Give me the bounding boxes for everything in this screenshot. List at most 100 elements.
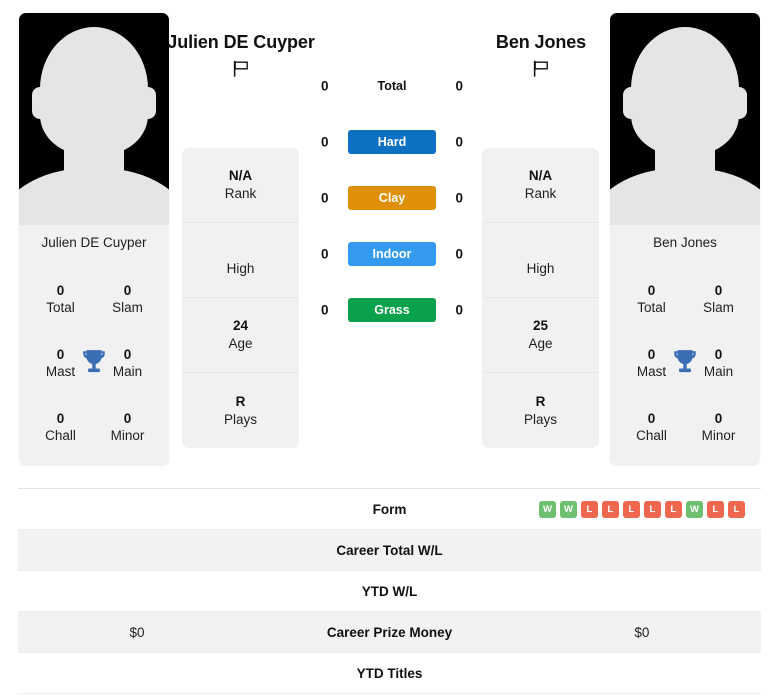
titles-value: 0 [714, 410, 723, 426]
titles-value: 0 [123, 410, 132, 426]
info-block-plays: R Plays [182, 373, 299, 448]
info-label: Rank [524, 186, 557, 201]
titles-cell-chall: 0 Chall [618, 410, 685, 445]
titles-row: 0 Total 0 Slam [27, 267, 161, 331]
titles-label: Chall [45, 428, 76, 443]
info-label: High [226, 260, 255, 276]
table-row-label: Career Prize Money [326, 624, 453, 640]
titles-value: 0 [647, 282, 656, 298]
titles-label: Slam [703, 300, 734, 315]
info-block-rank: N/A Rank [482, 148, 599, 223]
titles-label: Chall [636, 428, 667, 443]
titles-row: 0 Chall 0 Minor [618, 395, 752, 459]
titles-grid-left: 0 Total 0 Slam 0 Mast 0 Main 0 Chall 0 M… [19, 261, 169, 459]
value-left: $0 [129, 624, 145, 640]
info-label: Age [528, 336, 553, 351]
player-name-right[interactable]: Ben Jones [466, 30, 616, 55]
info-label: Plays [523, 411, 557, 427]
form-badge-win[interactable]: W [685, 500, 703, 518]
player-info-panel-left: N/A Rank High 24 Age R Plays [182, 148, 299, 448]
titles-cell-slam: 0 Slam [94, 282, 161, 317]
player-card-right[interactable]: Ben Jones 0 Total 0 Slam 0 Mast 0 Main 0… [610, 13, 760, 466]
info-label: Age [228, 336, 253, 351]
flag-icon [466, 58, 616, 80]
titles-label: Slam [112, 300, 143, 315]
table-row-ytd-titles: YTD Titles [18, 653, 761, 694]
info-label: Rank [224, 186, 257, 201]
form-badge-loss[interactable]: L [643, 500, 661, 518]
surface-row-grass: 0 Grass 0 [312, 282, 472, 338]
player-name-left[interactable]: Julien DE Cuyper [166, 30, 316, 55]
titles-cell-minor: 0 Minor [685, 410, 752, 445]
info-block-high: High [482, 223, 599, 298]
surface-row-clay: 0 Clay 0 [312, 170, 472, 226]
surface-score-right: 0 [455, 246, 463, 262]
form-badge-loss[interactable]: L [601, 500, 619, 518]
player-photo-caption-left: Julien DE Cuyper [41, 235, 147, 250]
form-badge-win[interactable]: W [559, 500, 577, 518]
surface-badge-indoor[interactable]: Indoor [348, 242, 436, 266]
info-block-rank: N/A Rank [182, 148, 299, 223]
avatar-silhouette-body [610, 168, 760, 225]
titles-label: Minor [701, 428, 736, 443]
surface-badge-grass[interactable]: Grass [348, 298, 436, 322]
form-badge-loss[interactable]: L [622, 500, 640, 518]
avatar-silhouette-ear-left [623, 87, 639, 119]
info-value: 24 [232, 318, 249, 334]
flag-icon [166, 58, 316, 80]
surface-row-hard: 0 Hard 0 [312, 114, 472, 170]
surface-score-left: 0 [321, 302, 329, 318]
player-header-right: Ben Jones [466, 30, 616, 80]
info-value: N/A [228, 168, 253, 184]
player-photo-right [610, 13, 760, 225]
surface-label-total: Total [377, 79, 407, 93]
titles-cell-chall: 0 Chall [27, 410, 94, 445]
titles-cell-slam: 0 Slam [685, 282, 752, 317]
surface-score-right: 0 [455, 78, 463, 94]
trophy-icon [81, 348, 107, 376]
info-value: N/A [528, 168, 553, 184]
player-comparison-area: Julien DE Cuyper 0 Total 0 Slam 0 Mast 0 [0, 0, 779, 488]
trophy-icon [672, 348, 698, 376]
form-badge-loss[interactable]: L [706, 500, 724, 518]
info-block-age: 25 Age [482, 298, 599, 373]
table-row-label: Form [372, 501, 407, 517]
table-row-label: Career Total W/L [336, 542, 443, 558]
player-info-panel-right: N/A Rank High 25 Age R Plays [482, 148, 599, 448]
form-badge-win[interactable]: W [538, 500, 556, 518]
titles-grid-right: 0 Total 0 Slam 0 Mast 0 Main 0 Chall 0 M… [610, 261, 760, 459]
titles-value: 0 [647, 410, 656, 426]
surface-score-right: 0 [455, 190, 463, 206]
form-badge-loss[interactable]: L [727, 500, 745, 518]
titles-row: 0 Mast 0 Main [618, 331, 752, 395]
surface-row-total: 0 Total 0 [312, 58, 472, 114]
surface-score-right: 0 [455, 134, 463, 150]
form-badge-loss[interactable]: L [580, 500, 598, 518]
avatar-silhouette-ear-right [140, 87, 156, 119]
info-value: R [235, 393, 246, 409]
info-value: R [535, 393, 546, 409]
titles-row: 0 Chall 0 Minor [27, 395, 161, 459]
player-card-left[interactable]: Julien DE Cuyper 0 Total 0 Slam 0 Mast 0 [19, 13, 169, 466]
titles-label: Minor [110, 428, 145, 443]
surface-score-left: 0 [321, 134, 329, 150]
surface-badge-clay[interactable]: Clay [348, 186, 436, 210]
info-label: High [526, 260, 555, 276]
value-right: $0 [634, 624, 650, 640]
titles-label: Total [637, 300, 666, 315]
surface-score-left: 0 [321, 78, 329, 94]
form-badge-list: WWLLLLLWLL [523, 500, 761, 518]
avatar-silhouette-body [19, 168, 169, 225]
avatar-silhouette-ear-left [32, 87, 48, 119]
comparison-stats-table: Form WWLLLLLWLL Career Total W/L YTD W/L… [18, 488, 761, 694]
info-label: Plays [223, 411, 257, 427]
table-row-label: YTD Titles [356, 665, 423, 681]
titles-value: 0 [56, 410, 65, 426]
titles-value: 0 [123, 282, 132, 298]
form-badge-loss[interactable]: L [664, 500, 682, 518]
form-right-value: WWLLLLLWLL [523, 500, 761, 518]
surface-badge-hard[interactable]: Hard [348, 130, 436, 154]
titles-cell-total: 0 Total [618, 282, 685, 317]
surface-score-right: 0 [455, 302, 463, 318]
surface-head-to-head: 0 Total 0 0 Hard 0 0 Clay 0 0 Indoor 0 0… [312, 58, 472, 338]
